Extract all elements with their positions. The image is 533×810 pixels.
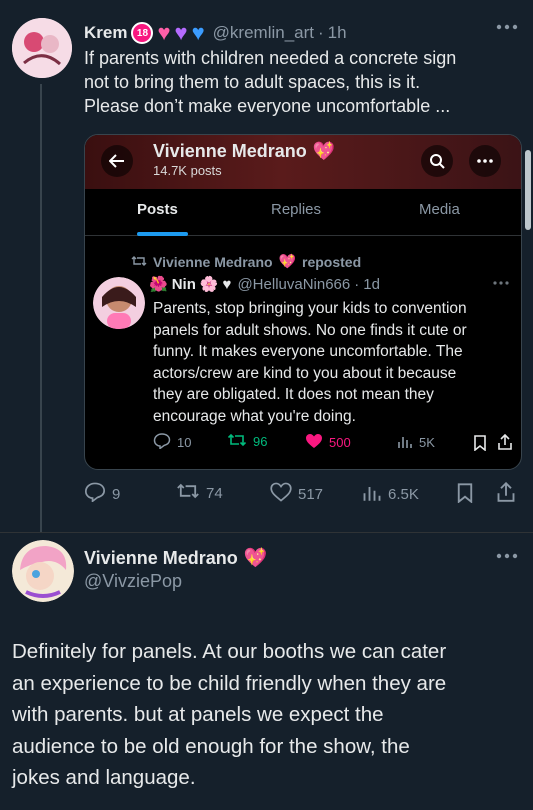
- tweet-text-line: If parents with children needed a concre…: [84, 48, 457, 68]
- reply-button[interactable]: 9: [84, 482, 120, 506]
- avatar-vivziepop[interactable]: [12, 540, 74, 602]
- scrollbar[interactable]: [525, 150, 531, 230]
- views-count: 6.5K: [388, 485, 419, 503]
- dot-separator: ·: [354, 275, 360, 293]
- age-restriction-badge: 18: [131, 22, 154, 44]
- inner-text-line: Parents, stop bringing your kids to conv…: [153, 300, 467, 317]
- more-icon[interactable]: [496, 553, 518, 559]
- active-tab-indicator: [137, 232, 188, 236]
- more-icon[interactable]: [496, 24, 518, 30]
- repost-suffix: reposted: [302, 253, 362, 270]
- inner-tweet-text: Parents, stop bringing your kids to conv…: [153, 298, 513, 427]
- like-icon: [270, 482, 292, 506]
- author-handle[interactable]: @kremlin_art: [213, 23, 314, 43]
- share-icon[interactable]: [496, 482, 516, 502]
- reply-text-line: audience to be old enough for the show, …: [12, 734, 410, 758]
- inner-repost-button[interactable]: 96: [227, 433, 267, 450]
- profile-tabs: Posts Replies Media: [85, 189, 521, 236]
- timestamp[interactable]: 1h: [328, 23, 347, 43]
- inner-reply-button[interactable]: 10: [153, 433, 191, 452]
- profile-name: Vivienne Medrano: [153, 141, 307, 161]
- posts-count: 14.7K posts: [153, 163, 222, 178]
- repost-icon: [131, 254, 147, 270]
- tab-posts[interactable]: Posts: [137, 201, 178, 218]
- author-name[interactable]: Krem: [84, 23, 127, 43]
- bookmark-icon[interactable]: [456, 483, 474, 503]
- tweet-text-line: not to bring them to adult spaces, this …: [84, 72, 421, 92]
- heart-icon: ♥: [222, 275, 232, 293]
- like-count: 500: [329, 435, 351, 450]
- tab-media[interactable]: Media: [419, 201, 460, 218]
- inner-text-line: panels for adult shows. No one finds it …: [153, 321, 467, 339]
- inner-timestamp[interactable]: 1d: [363, 276, 380, 293]
- more-icon[interactable]: [469, 145, 501, 177]
- share-icon[interactable]: [497, 434, 513, 450]
- inner-text-line: actors/crew are kind to you about it bec…: [153, 364, 457, 382]
- dot-separator: ·: [318, 23, 324, 42]
- thread-line: [40, 84, 42, 532]
- repost-count: 74: [206, 484, 223, 502]
- repost-icon: [227, 433, 247, 450]
- reply-text: Definitely for panels. At our booths we …: [12, 636, 527, 794]
- blue-heart-icon: ♥: [191, 20, 205, 45]
- verified-heart-icon: 💖: [243, 548, 268, 569]
- flower-icon: 🌺: [149, 276, 168, 293]
- views-icon: [397, 433, 413, 452]
- repost-author[interactable]: Vivienne Medrano: [153, 254, 273, 270]
- views-icon: [362, 482, 382, 506]
- back-arrow-icon[interactable]: [101, 145, 133, 177]
- reply-author-name[interactable]: Vivienne Medrano: [84, 548, 238, 569]
- reply-icon: [84, 482, 106, 506]
- tweet-text-line: Please don’t make everyone uncomfortable…: [84, 96, 451, 116]
- tab-replies[interactable]: Replies: [271, 201, 321, 218]
- purple-heart-icon: ♥: [174, 20, 188, 45]
- avatar-krem[interactable]: [12, 18, 72, 78]
- more-icon[interactable]: [493, 281, 509, 285]
- reply-text-line: Definitely for panels. At our booths we …: [12, 640, 447, 663]
- tweet-text: If parents with children needed a concre…: [84, 46, 524, 118]
- like-count: 517: [298, 485, 324, 503]
- bookmark-icon[interactable]: [473, 435, 487, 451]
- search-icon[interactable]: [421, 145, 453, 177]
- reply-text-line: with parents. but at panels we expect th…: [12, 703, 384, 726]
- pink-heart-icon: ♥: [157, 20, 171, 45]
- verified-heart-icon: 💖: [278, 253, 296, 269]
- reply-icon: [153, 433, 171, 452]
- reply-count: 9: [112, 485, 121, 503]
- flower-icon: 🌸: [199, 276, 219, 293]
- repost-icon: [176, 482, 200, 504]
- avatar-nin[interactable]: [93, 277, 145, 329]
- views-button[interactable]: 6.5K: [362, 482, 419, 506]
- repost-button[interactable]: 74: [176, 482, 223, 504]
- reply-author-handle[interactable]: @VivziePop: [84, 571, 182, 592]
- badge-text: 18: [136, 27, 149, 39]
- inner-text-line: funny. It makes everyone uncomfortable. …: [153, 343, 463, 360]
- tweet-divider: [0, 532, 533, 533]
- views-count: 5K: [419, 435, 435, 450]
- verified-heart-icon: 💖: [312, 141, 336, 161]
- reply-text-line: an experience to be child friendly when …: [12, 671, 447, 695]
- inner-author-name[interactable]: Nin: [172, 276, 196, 293]
- inner-author-handle[interactable]: @HelluvaNin666: [237, 276, 350, 293]
- inner-text-line: encourage what you're doing.: [153, 407, 356, 425]
- inner-like-button[interactable]: 500: [305, 433, 351, 452]
- embedded-screenshot[interactable]: Vivienne Medrano 💖 14.7K posts Posts Rep…: [84, 134, 522, 470]
- inner-views-button[interactable]: 5K: [397, 433, 435, 452]
- inner-text-line: they are obligated. It does not mean the…: [153, 386, 434, 403]
- like-icon: [305, 433, 323, 452]
- repost-count: 96: [253, 434, 268, 449]
- reply-text-line: jokes and language.: [12, 766, 196, 789]
- reply-count: 10: [177, 435, 192, 450]
- like-button[interactable]: 517: [270, 482, 323, 506]
